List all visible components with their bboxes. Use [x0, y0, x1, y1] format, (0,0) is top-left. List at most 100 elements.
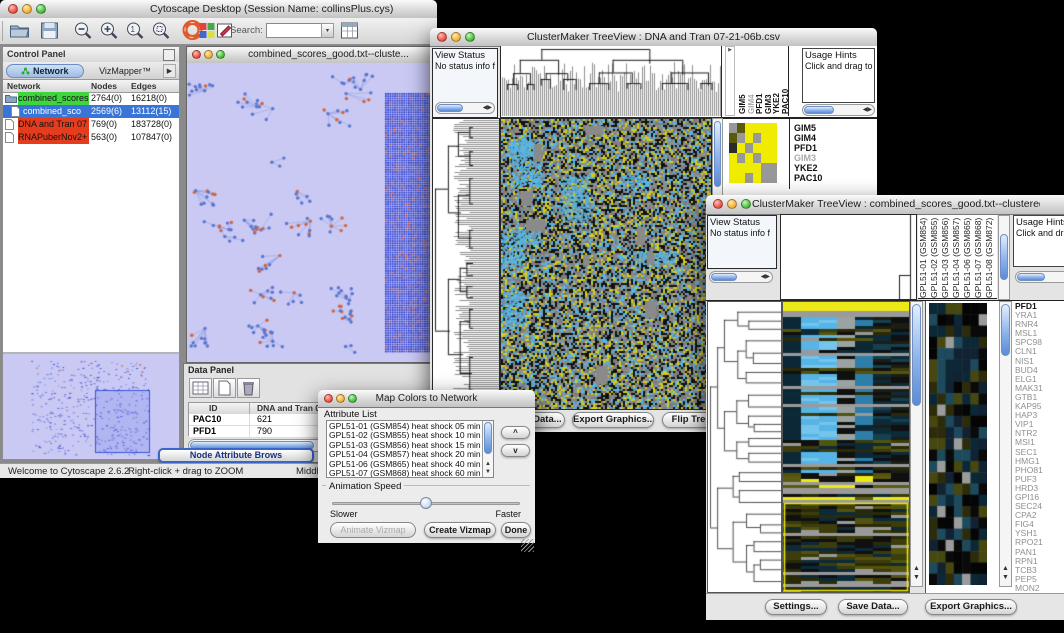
tv1-detail-cell[interactable] [753, 173, 761, 183]
frame-close-icon[interactable] [192, 50, 201, 59]
tv2-gene-label[interactable]: CLN1 [1015, 347, 1064, 356]
tv1-detail-cell[interactable] [745, 163, 753, 173]
tv1-heatmap-panel[interactable] [500, 118, 712, 410]
tv1-detail-row-label[interactable]: PAC10 [794, 173, 854, 183]
annotation-icon[interactable] [214, 20, 240, 42]
tv1-detail-cell[interactable] [753, 143, 761, 153]
tv2-column-label[interactable]: GPL51-07 (GSM868) [973, 216, 984, 298]
tv2-gene-label[interactable]: PFD1 [1015, 302, 1064, 311]
tv1-detail-cell[interactable] [729, 133, 737, 143]
tv2-gene-label[interactable]: SEC24 [1015, 502, 1064, 511]
tv1-detail-cell[interactable] [745, 133, 753, 143]
tv2-gene-label[interactable]: NIS1 [1015, 357, 1064, 366]
tv2-detail-varrows[interactable]: ▲▼ [1002, 564, 1009, 582]
tv1-view-status-scrollbar[interactable]: ◀▶ [435, 102, 495, 114]
tv2-detail-vthumb[interactable] [1001, 304, 1010, 356]
network-overview-canvas[interactable] [3, 354, 179, 459]
tv2-column-label[interactable]: GPL51-04 (GSM857) [951, 216, 962, 298]
tv1-detail-row-label[interactable]: GIM4 [794, 133, 854, 143]
attribute-list-item[interactable]: GPL51-06 (GSM865) heat shock 40 min [327, 460, 481, 469]
tv2-view-status-scrollbar[interactable]: ◀▶ [709, 271, 773, 283]
zoom-in-icon[interactable] [98, 20, 124, 42]
tv1-detail-cell[interactable] [769, 143, 777, 153]
tv1-detail-cell[interactable] [761, 133, 769, 143]
animate-vizmap-button[interactable]: Animate Vizmap [330, 522, 416, 538]
tv1-detail-cell[interactable] [753, 153, 761, 163]
tv2-gene-label[interactable]: TCB3 [1015, 566, 1064, 575]
tv2-gene-label[interactable]: FIG4 [1015, 520, 1064, 529]
tv1-vs-arrows[interactable]: ◀▶ [483, 104, 492, 111]
close-icon[interactable] [8, 4, 18, 14]
tv2-settings-button[interactable]: Settings... [765, 599, 827, 615]
tv1-uh-thumb[interactable] [804, 106, 834, 114]
tv1-column-label[interactable]: GIM4 [747, 50, 756, 114]
tv1-usage-hints-scrollbar[interactable]: ◀▶ [802, 104, 875, 116]
tv1-detail-row-label[interactable]: GIM3 [794, 153, 854, 163]
tv1-column-label[interactable]: YKE2 [772, 50, 781, 114]
tv1-export-graphics-button[interactable]: Export Graphics... [572, 412, 654, 428]
tv2-gene-label[interactable]: MAK31 [1015, 384, 1064, 393]
save-icon[interactable] [38, 20, 64, 42]
node-attribute-browser-tab[interactable]: Node Attribute Brows [158, 448, 314, 463]
tv2-minimize-icon[interactable] [727, 199, 737, 209]
zoom-out-icon[interactable] [72, 20, 98, 42]
tv1-detail-cell[interactable] [745, 123, 753, 133]
tv1-detail-cell[interactable] [753, 163, 761, 173]
tv2-gene-label[interactable]: KAP95 [1015, 402, 1064, 411]
open-folder-icon[interactable] [8, 20, 34, 42]
attribute-list-vscrollbar[interactable]: ▲▼ [482, 421, 493, 477]
tv2-uh-thumb[interactable] [1017, 273, 1045, 281]
tv1-column-label[interactable]: PFD1 [755, 50, 764, 114]
tv1-detail-cell[interactable] [729, 173, 737, 183]
tv1-detail-cell[interactable] [769, 133, 777, 143]
tv2-usage-hints-scrollbar[interactable] [1015, 271, 1064, 283]
create-vizmap-button[interactable]: Create Vizmap [424, 522, 496, 538]
attribute-listbox[interactable]: GPL51-01 (GSM854) heat shock 05 minGPL51… [326, 420, 494, 478]
data-col-id[interactable]: ID [209, 403, 218, 414]
zoom-window-icon[interactable] [36, 4, 46, 14]
tv2-gene-label[interactable]: RPO21 [1015, 538, 1064, 547]
tv1-detail-cell[interactable] [761, 123, 769, 133]
tv2-gene-label[interactable]: MSI1 [1015, 438, 1064, 447]
attribute-list-varrows[interactable]: ▲▼ [485, 460, 491, 476]
new-attribute-icon[interactable] [213, 378, 236, 398]
network-overview-panel[interactable] [3, 352, 179, 461]
tab-network[interactable]: Network [6, 64, 84, 78]
tv1-detail-cell[interactable] [745, 143, 753, 153]
tv1-vs-thumb[interactable] [437, 104, 463, 112]
tv2-column-label[interactable]: GPL51-03 (GSM856) [940, 216, 951, 298]
tv2-gene-label[interactable]: CPA2 [1015, 511, 1064, 520]
frame-zoom-icon[interactable] [216, 50, 225, 59]
tv2-gene-label[interactable]: HRD3 [1015, 484, 1064, 493]
col-nodes[interactable]: Nodes [91, 80, 117, 92]
main-titlebar[interactable]: Cytoscape Desktop (Session Name: collins… [0, 0, 437, 19]
tv2-gene-label[interactable]: GPI16 [1015, 493, 1064, 502]
tv2-gene-label[interactable]: YRA1 [1015, 311, 1064, 320]
zoom-selected-icon[interactable] [150, 20, 176, 42]
tv1-detail-cell[interactable] [745, 173, 753, 183]
tv2-save-data-button[interactable]: Save Data... [838, 599, 908, 615]
tv2-close-icon[interactable] [713, 199, 723, 209]
tv1-detail-cell[interactable] [737, 163, 745, 173]
tv2-detail-vscrollbar[interactable]: ▲▼ [999, 301, 1012, 587]
tv2-column-label[interactable]: GPL51-01 (GSM854) [918, 216, 929, 298]
tv2-gene-label[interactable]: ELG1 [1015, 375, 1064, 384]
tv1-uh-arrows[interactable]: ◀▶ [863, 106, 872, 113]
search-dropdown-icon[interactable]: ▾ [321, 23, 334, 38]
tv1-detail-cell[interactable] [769, 163, 777, 173]
search-input[interactable] [266, 23, 322, 38]
tv1-titlebar[interactable]: ClusterMaker TreeView : DNA and Tran 07-… [430, 28, 877, 47]
tv1-detail-cell[interactable] [729, 153, 737, 163]
table-icon[interactable] [189, 378, 212, 398]
attribute-list-item[interactable]: GPL51-01 (GSM854) heat shock 05 min [327, 422, 481, 431]
tv2-heat-varrows[interactable]: ▲▼ [913, 564, 920, 582]
attribute-browser-icon[interactable] [338, 20, 364, 42]
attribute-list-item[interactable]: GPL51-02 (GSM855) heat shock 10 min [327, 431, 481, 440]
tv2-gene-label[interactable]: SEC1 [1015, 448, 1064, 457]
tv2-gene-label[interactable]: VIP1 [1015, 420, 1064, 429]
tv2-zoom-icon[interactable] [741, 199, 751, 209]
dialog-resize-grip[interactable] [521, 539, 534, 552]
tv1-row-dendrogram[interactable] [432, 118, 500, 410]
tv2-collabel-vthumb[interactable] [1000, 234, 1008, 280]
tv2-gene-label[interactable]: GTB1 [1015, 393, 1064, 402]
